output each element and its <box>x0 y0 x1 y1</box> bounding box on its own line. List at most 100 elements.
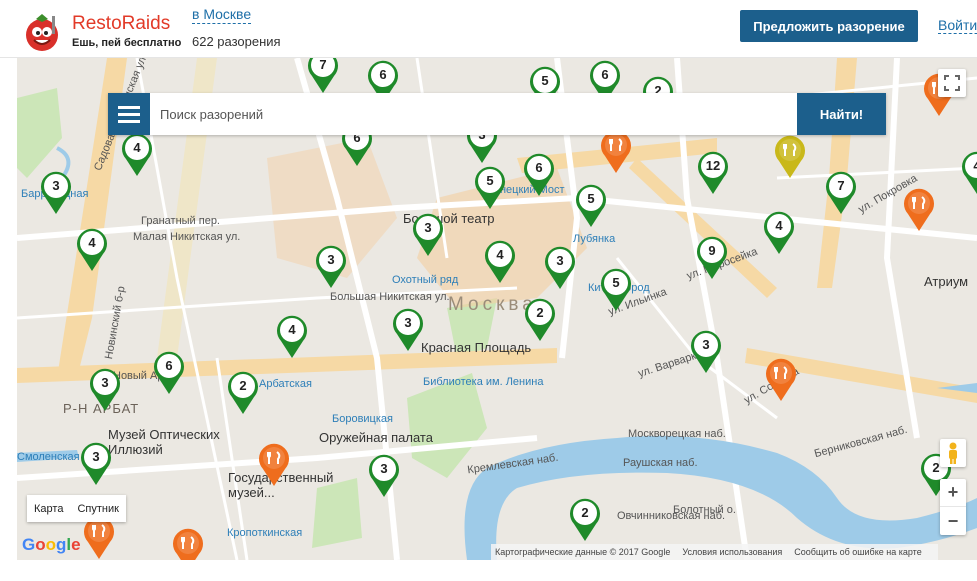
restaurant-marker-icon[interactable] <box>171 528 205 560</box>
marker-count: 5 <box>541 73 549 88</box>
raid-cluster-marker[interactable]: 5 <box>473 166 507 210</box>
raid-cluster-marker[interactable]: 3 <box>88 368 122 412</box>
metro-label: Смоленская <box>17 451 80 463</box>
raid-cluster-marker[interactable]: 3 <box>689 330 723 374</box>
street-view-pegman[interactable] <box>940 439 966 467</box>
street-label: Болотный о. <box>673 504 736 516</box>
restaurant-marker-icon[interactable] <box>82 516 116 560</box>
raid-cluster-marker[interactable]: 4 <box>483 240 517 284</box>
raid-cluster-marker[interactable]: 3 <box>314 245 348 289</box>
raid-cluster-marker[interactable]: 4 <box>75 228 109 272</box>
marker-count: 4 <box>775 218 783 233</box>
zoom-out-button[interactable]: − <box>940 507 966 535</box>
logo-title: RestoRaids <box>72 12 171 34</box>
marker-count: 3 <box>327 252 335 267</box>
find-button[interactable]: Найти! <box>797 93 886 135</box>
restaurant-marker-icon[interactable] <box>773 135 807 179</box>
raid-cluster-marker[interactable]: 12 <box>696 151 730 195</box>
map-type-satellite[interactable]: Спутник <box>70 495 125 522</box>
map[interactable]: Москва Р-Н АРБАТ Большой театр Красная П… <box>17 58 977 560</box>
restaurant-marker-icon[interactable] <box>902 188 936 232</box>
raid-cluster-marker[interactable]: 2 <box>523 298 557 342</box>
marker-count: 5 <box>486 173 494 188</box>
raid-cluster-marker[interactable]: 4 <box>275 315 309 359</box>
marker-count: 2 <box>581 505 589 520</box>
marker-count: 3 <box>92 449 100 464</box>
street-label: Малая Никитская ул. <box>133 231 241 243</box>
raid-cluster-marker[interactable]: 5 <box>599 268 633 312</box>
menu-button[interactable] <box>108 93 150 135</box>
raid-cluster-marker[interactable]: 5 <box>574 184 608 228</box>
marker-count: 4 <box>133 140 141 155</box>
marker-count: 6 <box>379 67 387 82</box>
metro-label: Кропоткинская <box>227 527 303 539</box>
marker-count: 4 <box>496 247 504 262</box>
raid-cluster-marker[interactable]: 4 <box>762 211 796 255</box>
terms-link[interactable]: Условия использования <box>682 547 782 557</box>
raid-cluster-marker[interactable]: 2 <box>226 371 260 415</box>
raids-count: 622 разорения <box>192 34 281 49</box>
fullscreen-button[interactable] <box>938 69 966 97</box>
metro-label: Арбатская <box>259 378 312 390</box>
marker-count: 3 <box>702 337 710 352</box>
raid-cluster-marker[interactable]: 2 <box>568 498 602 542</box>
raid-cluster-marker[interactable]: 3 <box>79 442 113 486</box>
raid-cluster-marker[interactable]: 3 <box>391 308 425 352</box>
search-input[interactable] <box>160 93 790 135</box>
street-label: Москворецкая наб. <box>628 428 726 440</box>
restaurant-marker-icon[interactable] <box>764 358 798 402</box>
logo[interactable]: RestoRaids Ешь, пей бесплатно <box>20 8 190 54</box>
marker-count: 2 <box>536 305 544 320</box>
map-attribution: Картографические данные © 2017 Google Ус… <box>491 544 938 560</box>
raid-cluster-marker[interactable]: 7 <box>306 58 340 94</box>
raid-cluster-marker[interactable]: 3 <box>543 246 577 290</box>
raid-cluster-marker[interactable]: 3 <box>367 454 401 498</box>
metro-label: Боровицкая <box>332 413 393 425</box>
raid-cluster-marker[interactable]: 4 <box>960 151 977 195</box>
raid-cluster-marker[interactable]: 3 <box>39 171 73 215</box>
marker-count: 5 <box>587 191 595 206</box>
marker-count: 5 <box>612 275 620 290</box>
raid-cluster-marker[interactable]: 9 <box>695 236 729 280</box>
marker-count: 3 <box>380 461 388 476</box>
marker-count: 7 <box>319 58 327 72</box>
marker-count: 6 <box>535 160 543 175</box>
propose-raid-button[interactable]: Предложить разорение <box>740 10 918 42</box>
report-error-link[interactable]: Сообщить об ошибке на карте <box>794 547 921 557</box>
restaurant-marker-icon[interactable] <box>599 130 633 174</box>
raid-cluster-marker[interactable]: 3 <box>411 213 445 257</box>
raid-cluster-marker[interactable]: 6 <box>152 351 186 395</box>
marker-count: 6 <box>165 358 173 373</box>
map-type-map[interactable]: Карта <box>27 495 70 522</box>
restaurant-marker-icon[interactable] <box>257 443 291 487</box>
poi-label: Музей Оптических Иллюзий <box>108 427 220 457</box>
poi-label: Красная Площадь <box>421 340 532 355</box>
raid-cluster-marker[interactable]: 7 <box>824 171 858 215</box>
raid-cluster-marker[interactable]: 4 <box>120 133 154 177</box>
metro-label: Охотный ряд <box>392 274 459 286</box>
marker-count: 3 <box>52 178 60 193</box>
google-logo[interactable]: Google <box>22 535 81 555</box>
marker-count: 4 <box>88 235 96 250</box>
map-type-control: Карта Спутник <box>27 495 126 522</box>
header: RestoRaids Ешь, пей бесплатно в Москве 6… <box>0 0 977 58</box>
raid-cluster-marker[interactable]: 6 <box>522 153 556 197</box>
poi-label: Атриум <box>924 274 969 289</box>
zoom-in-button[interactable]: + <box>940 479 966 507</box>
marker-count: 4 <box>973 158 977 173</box>
tomato-mascot-icon <box>20 8 66 54</box>
login-link[interactable]: Войти <box>938 17 977 34</box>
street-label: Раушская наб. <box>623 457 698 469</box>
marker-count: 2 <box>239 378 247 393</box>
metro-label: Лубянка <box>573 233 616 245</box>
marker-count: 3 <box>424 220 432 235</box>
street-label: Большая Никитская ул. <box>330 291 450 303</box>
search-bar: Найти! <box>108 93 886 135</box>
street-label: Гранатный пер. <box>141 215 220 227</box>
city-selector-link[interactable]: в Москве <box>192 5 252 24</box>
fullscreen-icon <box>944 75 960 91</box>
map-data-credit: Картографические данные © 2017 Google <box>495 547 671 557</box>
marker-count: 12 <box>705 158 721 173</box>
marker-count: 4 <box>288 322 296 337</box>
zoom-control: + − <box>940 479 966 535</box>
